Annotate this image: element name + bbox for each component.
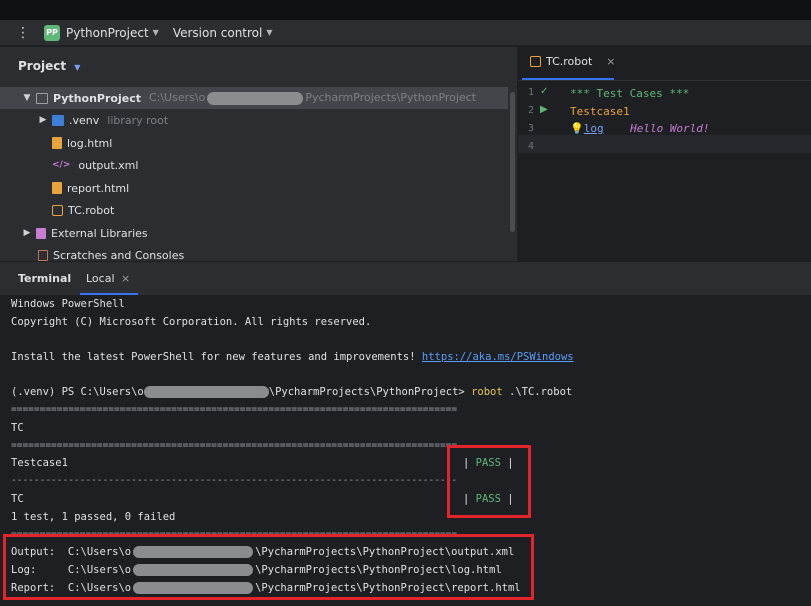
root-path: C:\Users\o PycharmProjects\PythonProject bbox=[148, 91, 477, 105]
close-icon[interactable]: × bbox=[121, 272, 130, 285]
check-circle-icon[interactable]: ✓ bbox=[540, 86, 548, 97]
pass-highlight-box bbox=[447, 445, 531, 518]
tree-item-report-html[interactable]: report.html bbox=[0, 177, 129, 199]
lightbulb-icon[interactable]: 💡 bbox=[570, 122, 584, 135]
terminal-line: Copyright (C) Microsoft Corporation. All… bbox=[11, 316, 372, 328]
tab-local[interactable]: Local bbox=[86, 272, 115, 285]
editor-pane: TC.robot × 1 2 3 4 ✓ ▶ *** Test Cases **… bbox=[518, 47, 811, 261]
chevron-down-icon[interactable]: ▼ bbox=[266, 28, 272, 37]
separator: ========================================… bbox=[11, 404, 458, 415]
terminal-line: Windows PowerShell bbox=[11, 298, 125, 310]
code-line-1[interactable]: *** Test Cases *** bbox=[570, 87, 689, 100]
html-file-icon bbox=[52, 182, 62, 194]
project-scrollbar[interactable] bbox=[510, 92, 515, 232]
testcase-name: Testcase1 bbox=[11, 457, 68, 469]
editor-tab-bar: TC.robot × bbox=[518, 47, 811, 81]
robot-file-icon bbox=[530, 56, 541, 67]
code-line-3[interactable]: 💡log Hello World! bbox=[570, 122, 710, 135]
line-number: 2 bbox=[528, 105, 535, 116]
folder-icon bbox=[36, 92, 48, 104]
tab-tc-robot[interactable]: TC.robot × bbox=[526, 55, 616, 68]
root-folder-name: PythonProject bbox=[53, 91, 141, 105]
powershell-link[interactable]: https://aka.ms/PSWindows bbox=[422, 351, 574, 363]
tree-item-output-xml[interactable]: </> output.xml bbox=[0, 154, 138, 176]
chevron-down-icon[interactable]: ▼ bbox=[22, 93, 32, 103]
tree-item-tc-robot[interactable]: TC.robot bbox=[0, 199, 114, 221]
tree-item-external-libraries[interactable]: ▶ External Libraries bbox=[0, 222, 148, 244]
terminal-tab-bar: Terminal Local × bbox=[0, 262, 811, 296]
separator: ----------------------------------------… bbox=[11, 475, 458, 486]
code-line-2[interactable]: Testcase1 bbox=[570, 105, 630, 118]
redacted-username bbox=[207, 91, 304, 105]
project-panel: Project ▼ ▼ PythonProject C:\Users\o Pych… bbox=[0, 47, 517, 262]
active-tab-indicator bbox=[522, 78, 614, 80]
project-switcher[interactable]: PythonProject bbox=[66, 26, 149, 40]
line-number: 1 bbox=[528, 87, 535, 98]
robot-file-icon bbox=[52, 204, 63, 216]
xml-file-icon: </> bbox=[52, 160, 71, 170]
close-icon[interactable]: × bbox=[606, 55, 615, 68]
summary-line: 1 test, 1 passed, 0 failed bbox=[11, 511, 176, 523]
terminal-line: Install the latest PowerShell for new fe… bbox=[11, 351, 574, 363]
terminal-output[interactable]: Windows PowerShell Copyright (C) Microso… bbox=[0, 296, 811, 606]
chevron-down-icon[interactable]: ▼ bbox=[74, 63, 80, 72]
library-folder-icon bbox=[52, 114, 64, 126]
project-badge: PP bbox=[44, 24, 60, 41]
tree-item-log-html[interactable]: log.html bbox=[0, 132, 112, 154]
output-highlight-box bbox=[3, 534, 534, 600]
run-icon[interactable]: ▶ bbox=[540, 104, 548, 115]
suite-name: TC bbox=[11, 493, 24, 505]
separator: ========================================… bbox=[11, 440, 458, 451]
suite-name: TC bbox=[11, 422, 24, 434]
chevron-down-icon[interactable]: ▼ bbox=[153, 28, 159, 37]
line-number: 4 bbox=[528, 141, 535, 152]
main-menu-icon[interactable]: ⋮ bbox=[16, 25, 30, 41]
tree-item-venv[interactable]: ▶ .venv library root bbox=[0, 109, 169, 131]
terminal-prompt: (.venv) PS C:\Users\o \PycharmProjects\Py… bbox=[11, 386, 573, 398]
library-icon bbox=[36, 227, 46, 239]
title-bar: ⋮ PP PythonProject ▼ Version control ▼ bbox=[0, 20, 811, 46]
tree-item-root[interactable]: ▼ PythonProject C:\Users\o PycharmProject… bbox=[0, 87, 508, 109]
version-control-menu[interactable]: Version control bbox=[173, 26, 263, 40]
chevron-right-icon[interactable]: ▶ bbox=[22, 228, 32, 238]
chevron-right-icon[interactable]: ▶ bbox=[38, 115, 48, 125]
html-file-icon bbox=[52, 137, 62, 149]
project-panel-title[interactable]: Project ▼ bbox=[18, 59, 80, 73]
top-strip bbox=[0, 0, 811, 20]
line-number: 3 bbox=[528, 123, 535, 134]
editor-gutter: 1 2 3 4 ✓ ▶ bbox=[518, 81, 568, 261]
redacted-username bbox=[143, 386, 269, 398]
scratches-icon bbox=[38, 249, 48, 261]
active-tab-indicator bbox=[80, 293, 138, 295]
terminal-title: Terminal bbox=[18, 272, 72, 285]
